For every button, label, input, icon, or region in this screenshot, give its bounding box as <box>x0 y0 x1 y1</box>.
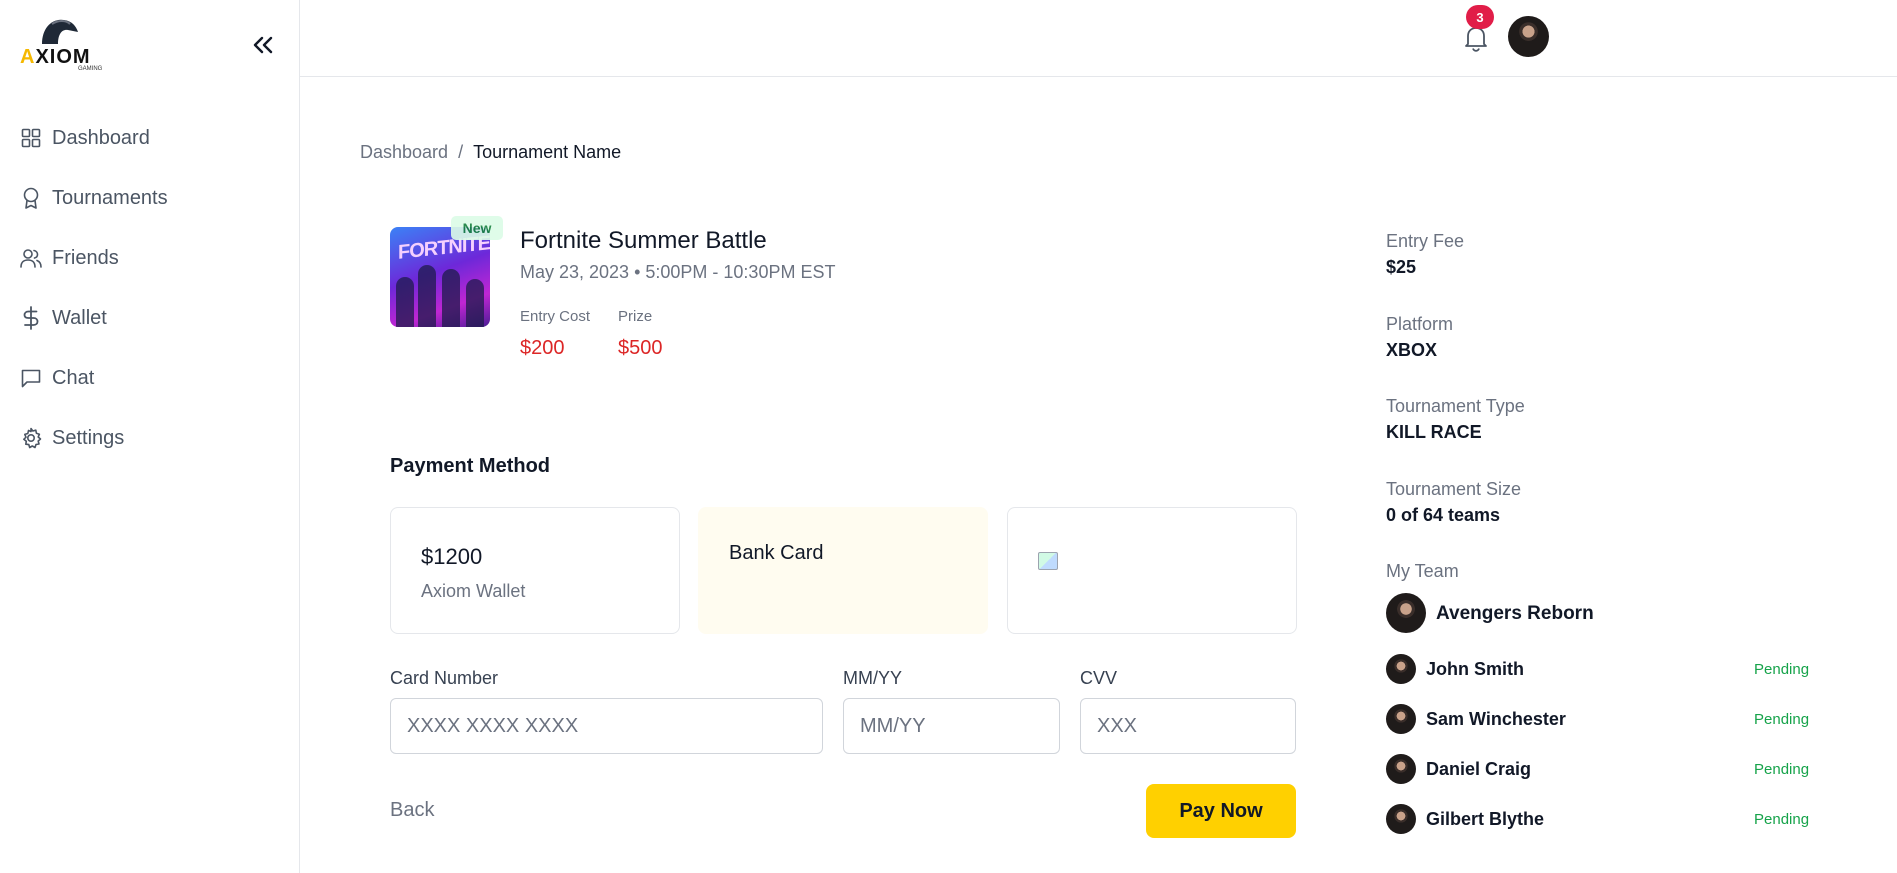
bank-card-option[interactable]: Bank Card <box>698 507 988 634</box>
member-avatar <box>1386 704 1416 734</box>
card-number-input[interactable] <box>390 698 823 754</box>
pay-now-button[interactable]: Pay Now <box>1146 784 1296 838</box>
expiry-input[interactable] <box>843 698 1060 754</box>
sidebar-item-chat[interactable]: Chat <box>0 348 300 408</box>
member-status: Pending <box>1754 661 1810 678</box>
member-name: Gilbert Blythe <box>1426 809 1545 829</box>
member-name: Sam Winchester <box>1426 709 1566 729</box>
member-status: Pending <box>1754 711 1810 728</box>
my-team-label: My Team <box>1386 561 1459 581</box>
new-badge: New <box>451 216 503 240</box>
entry-cost-label: Entry Cost <box>520 308 591 325</box>
chat-icon <box>20 367 42 389</box>
sidebar-item-wallet[interactable]: Wallet <box>0 288 300 348</box>
notification-count-badge: 3 <box>1466 5 1494 29</box>
dollar-icon <box>20 306 42 330</box>
sidebar-item-tournaments[interactable]: Tournaments <box>0 168 300 228</box>
sidebar-item-dashboard[interactable]: Dashboard <box>0 108 300 168</box>
tournament-title: Fortnite Summer Battle <box>520 227 767 254</box>
sidebar-item-friends[interactable]: Friends <box>0 228 300 288</box>
member-name: Daniel Craig <box>1426 759 1532 779</box>
member-avatar <box>1386 654 1416 684</box>
tournament-thumbnail: FORTNITE <box>390 227 490 327</box>
prize-label: Prize <box>618 308 653 325</box>
breadcrumb-current: Tournament Name <box>473 142 622 162</box>
member-avatar <box>1386 804 1416 834</box>
sidebar-item-label: Dashboard <box>52 126 150 149</box>
award-icon <box>20 187 42 209</box>
tournament-size-value: 0 of 64 teams <box>1386 505 1501 525</box>
member-avatar <box>1386 754 1416 784</box>
breadcrumb-dashboard-link[interactable]: Dashboard <box>360 142 448 163</box>
expiry-label: MM/YY <box>843 668 903 688</box>
cvv-input[interactable] <box>1080 698 1296 754</box>
sidebar-nav: Dashboard Tournaments Friends Wallet Cha… <box>0 108 300 468</box>
platform-value: XBOX <box>1386 340 1438 360</box>
tournament-date: May 23, 2023 • 5:00PM - 10:30PM EST <box>520 262 836 282</box>
user-avatar[interactable] <box>1508 16 1549 57</box>
top-header <box>300 0 1897 77</box>
broken-image-icon <box>1038 552 1058 570</box>
tournament-type-value: KILL RACE <box>1386 422 1482 442</box>
users-icon <box>20 247 42 269</box>
breadcrumb: Dashboard / Tournament Name <box>360 142 621 163</box>
platform-label: Platform <box>1386 314 1454 334</box>
sidebar: AXIOM GAMING Dashboard Tournaments Frien… <box>0 0 300 873</box>
prize-value: $500 <box>618 337 663 359</box>
collapse-sidebar-button[interactable] <box>250 32 276 58</box>
entry-fee-value: $25 <box>1386 257 1417 277</box>
grid-icon <box>20 127 42 149</box>
sidebar-item-label: Tournaments <box>52 186 168 209</box>
team-name: Avengers Reborn <box>1436 603 1594 624</box>
entry-fee-label: Entry Fee <box>1386 231 1465 251</box>
card-number-label: Card Number <box>390 668 499 688</box>
member-name: John Smith <box>1426 659 1524 679</box>
chevrons-left-icon <box>253 36 273 54</box>
back-button[interactable]: Back <box>390 799 434 822</box>
payment-method-title: Payment Method <box>390 455 551 477</box>
cvv-label: CVV <box>1080 668 1118 688</box>
sidebar-item-settings[interactable]: Settings <box>0 408 300 468</box>
gear-icon <box>20 427 42 449</box>
wallet-label: Axiom Wallet <box>421 581 526 601</box>
tournament-size-label: Tournament Size <box>1386 479 1522 499</box>
tournament-type-label: Tournament Type <box>1386 396 1525 416</box>
sidebar-item-label: Friends <box>52 246 119 269</box>
axiom-logo[interactable]: AXIOM GAMING <box>20 14 110 74</box>
axiom-wallet-option[interactable]: $1200 Axiom Wallet <box>390 507 680 634</box>
member-status: Pending <box>1754 811 1810 828</box>
sidebar-item-label: Settings <box>52 426 125 449</box>
member-status: Pending <box>1754 761 1810 778</box>
team-avatar <box>1386 593 1426 633</box>
entry-cost-value: $200 <box>520 337 565 359</box>
logo-subtitle: GAMING <box>78 66 103 72</box>
breadcrumb-separator: / <box>458 142 464 162</box>
third-payment-option[interactable] <box>1007 507 1297 634</box>
wallet-balance: $1200 <box>421 544 483 569</box>
logo-helmet-icon <box>42 19 78 44</box>
sidebar-item-label: Wallet <box>52 306 107 329</box>
sidebar-item-label: Chat <box>52 366 95 389</box>
bank-card-label: Bank Card <box>729 542 824 564</box>
